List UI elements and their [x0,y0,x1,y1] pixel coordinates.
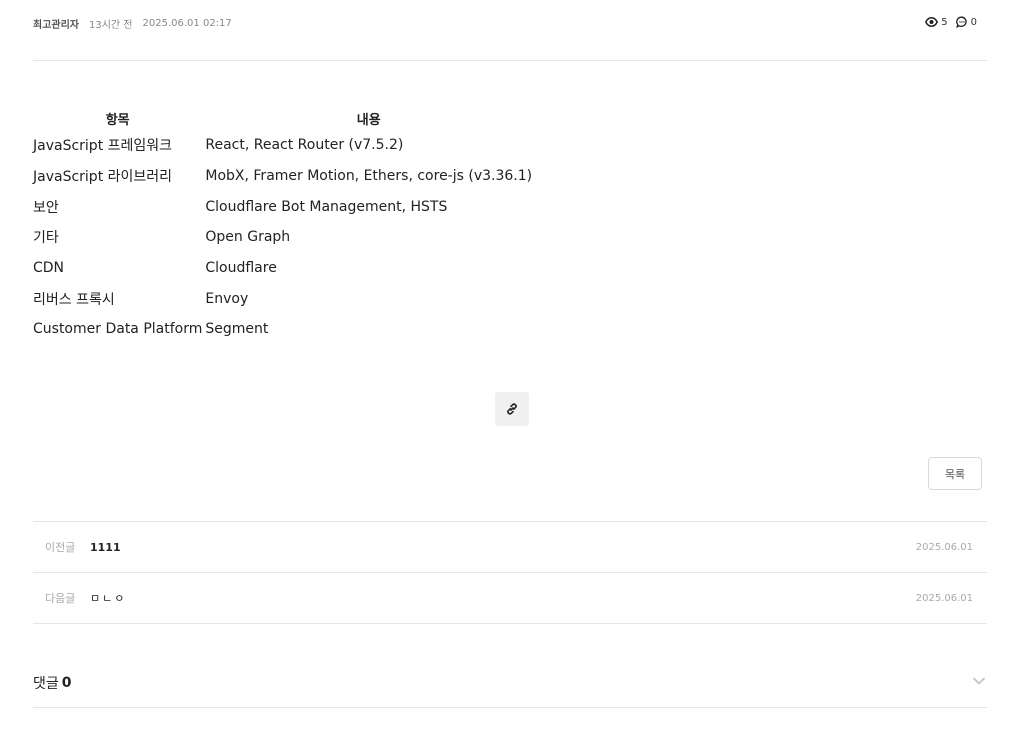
column-header-item: 항목 [105,112,130,128]
view-count-value: 5 [941,16,948,28]
table-row: 기타 Open Graph [33,222,535,253]
link-icon [507,403,517,415]
eye-icon [925,17,939,27]
table-row: CDN Cloudflare [33,253,535,284]
comments-header[interactable]: 댓글 0 [33,673,72,693]
tech-spec-table: 항목 내용 JavaScript 프레임워크 React, React Rout… [33,106,535,345]
next-post-title[interactable]: ㅁㄴㅇ [90,590,126,606]
item-cell: 보안 [33,199,59,216]
comment-icon [955,16,967,28]
prev-post-label: 이전글 [45,541,76,554]
post-meta: 최고관리자 13시간 전 2025.06.01 02:17 [33,16,232,31]
item-cell: 리버스 프록시 [33,291,115,308]
value-cell: Open Graph [205,229,291,246]
prev-post-date: 2025.06.01 [915,541,973,553]
table-header-row: 항목 내용 [33,106,535,130]
value-cell: Cloudflare Bot Management, HSTS [205,198,448,215]
next-post-label: 다음글 [45,592,76,605]
chevron-down-icon[interactable] [972,676,986,686]
table-row: 리버스 프록시 Envoy [33,283,535,314]
comments-count: 0 [61,675,72,691]
value-cell: Segment [205,321,269,338]
view-count: 5 [925,16,948,28]
comments-label: 댓글 [33,676,59,692]
prev-post-title[interactable]: 1111 [90,541,121,554]
list-button[interactable]: 목록 [928,457,982,490]
comment-count: 0 [955,16,977,28]
table-row: JavaScript 프레임워크 React, React Router (v7… [33,130,535,161]
post-datetime: 2025.06.01 02:17 [142,18,232,29]
table-row: JavaScript 라이브러리 MobX, Framer Motion, Et… [33,161,535,192]
table-row: 보안 Cloudflare Bot Management, HSTS [33,191,535,222]
item-cell: CDN [33,260,65,277]
item-cell: Customer Data Platform [33,321,203,338]
value-cell: MobX, Framer Motion, Ethers, core-js (v3… [205,168,533,185]
value-cell: React, React Router (v7.5.2) [205,137,404,154]
value-cell: Envoy [205,290,249,307]
item-cell: 기타 [33,230,59,247]
prev-post-row[interactable]: 이전글 1111 2025.06.01 [33,522,987,572]
header-divider [33,60,987,61]
comment-count-value: 0 [970,16,977,28]
post-stats: 5 0 [917,16,977,28]
post-view: 최고관리자 13시간 전 2025.06.01 02:17 5 0 항목 내용 [0,0,1024,745]
item-cell: JavaScript 프레임워크 [33,138,173,155]
relative-time: 13시간 전 [89,20,133,31]
author-name[interactable]: 최고관리자 [33,16,79,31]
item-cell: JavaScript 라이브러리 [33,169,173,186]
next-post-date: 2025.06.01 [915,592,973,604]
column-header-content: 내용 [356,112,381,128]
value-cell: Cloudflare [205,260,277,277]
comments-divider [33,707,987,708]
copy-link-button[interactable] [495,392,529,426]
next-post-row[interactable]: 다음글 ㅁㄴㅇ 2025.06.01 [33,573,987,623]
nav-bottom-divider [33,623,987,624]
table-row: Customer Data Platform Segment [33,314,535,345]
